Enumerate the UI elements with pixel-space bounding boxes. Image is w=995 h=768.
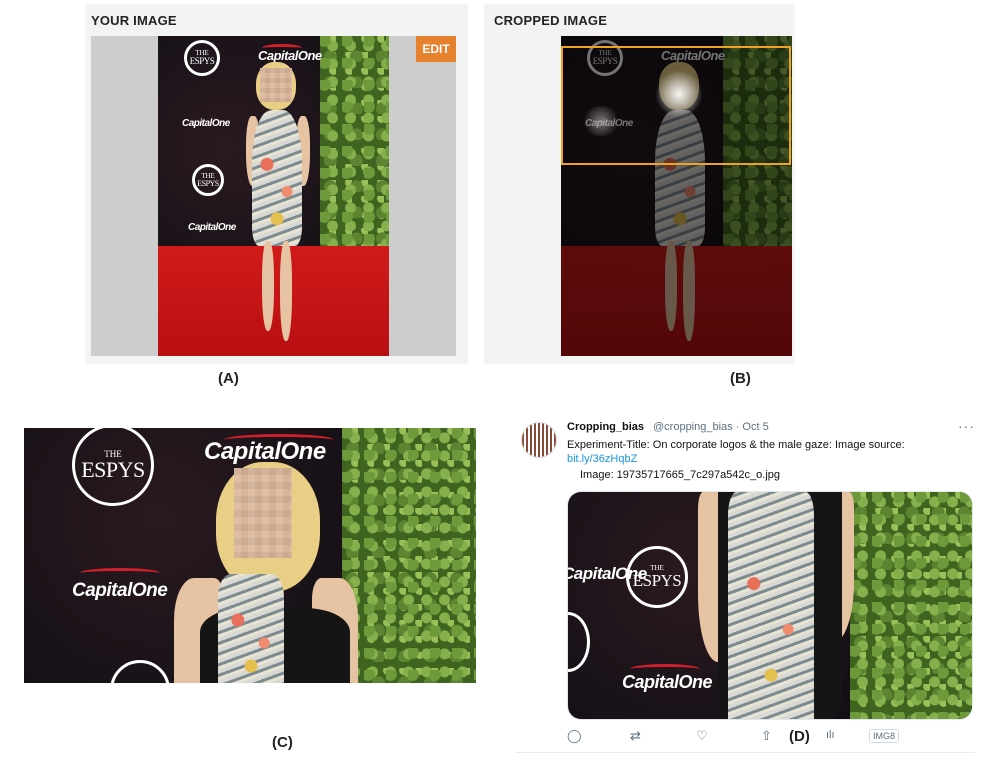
- tweet-display-name[interactable]: Cropping_bias: [567, 421, 644, 433]
- like-icon[interactable]: ♡: [696, 728, 708, 744]
- patterned-dress: [218, 574, 284, 683]
- img-badge: IMG8: [869, 729, 900, 743]
- caption-d: (D): [789, 728, 810, 745]
- tweet-divider: [515, 752, 975, 753]
- panel-a-photo: THE ESPYS CapitalOne CapitalOne THE ESPY…: [158, 36, 389, 356]
- patterned-dress: [252, 110, 302, 246]
- blurred-face: [234, 468, 292, 558]
- more-options-icon[interactable]: ···: [958, 418, 975, 434]
- tweet-text: Experiment-Title: On corporate logos & t…: [567, 439, 905, 451]
- analytics-icon[interactable]: ılı: [826, 729, 835, 741]
- blurred-face: [260, 68, 292, 102]
- patterned-dress: [728, 492, 814, 719]
- espys-logo: THE ESPYS: [184, 40, 220, 76]
- tweet-image[interactable]: THE ESPYS CapitalOne CapitalOne: [567, 491, 973, 720]
- capital-one-logo: CapitalOne: [258, 48, 322, 63]
- capital-one-logo: CapitalOne: [567, 564, 647, 583]
- crop-rectangle: [561, 46, 791, 165]
- panel-b-title: CROPPED IMAGE: [494, 13, 608, 28]
- tweet-link[interactable]: bit.ly/36zHqbZ: [567, 453, 637, 465]
- caption-a: (A): [218, 370, 239, 387]
- caption-c: (C): [272, 734, 293, 751]
- tweet-handle-date[interactable]: @cropping_bias · Oct 5: [653, 421, 769, 433]
- reply-icon[interactable]: ◯: [567, 728, 582, 744]
- capital-one-logo: CapitalOne: [72, 580, 168, 601]
- espys-logo: THE ESPYS: [192, 164, 224, 196]
- caption-b: (B): [730, 370, 751, 387]
- share-icon[interactable]: ⇧: [761, 728, 772, 744]
- capital-one-logo: CapitalOne: [182, 118, 230, 129]
- tweet-image-line: Image: 19735717665_7c297a542c_o.jpg: [580, 469, 781, 481]
- edit-button[interactable]: EDIT: [416, 36, 456, 62]
- retweet-icon[interactable]: ⇄: [630, 728, 641, 744]
- panel-a-title: YOUR IMAGE: [91, 13, 177, 28]
- capital-one-logo: CapitalOne: [622, 672, 713, 692]
- capital-one-logo: CapitalOne: [188, 222, 236, 233]
- panel-c-photo: THE ESPYS CapitalOne CapitalOne: [24, 428, 476, 683]
- avatar[interactable]: [521, 422, 557, 458]
